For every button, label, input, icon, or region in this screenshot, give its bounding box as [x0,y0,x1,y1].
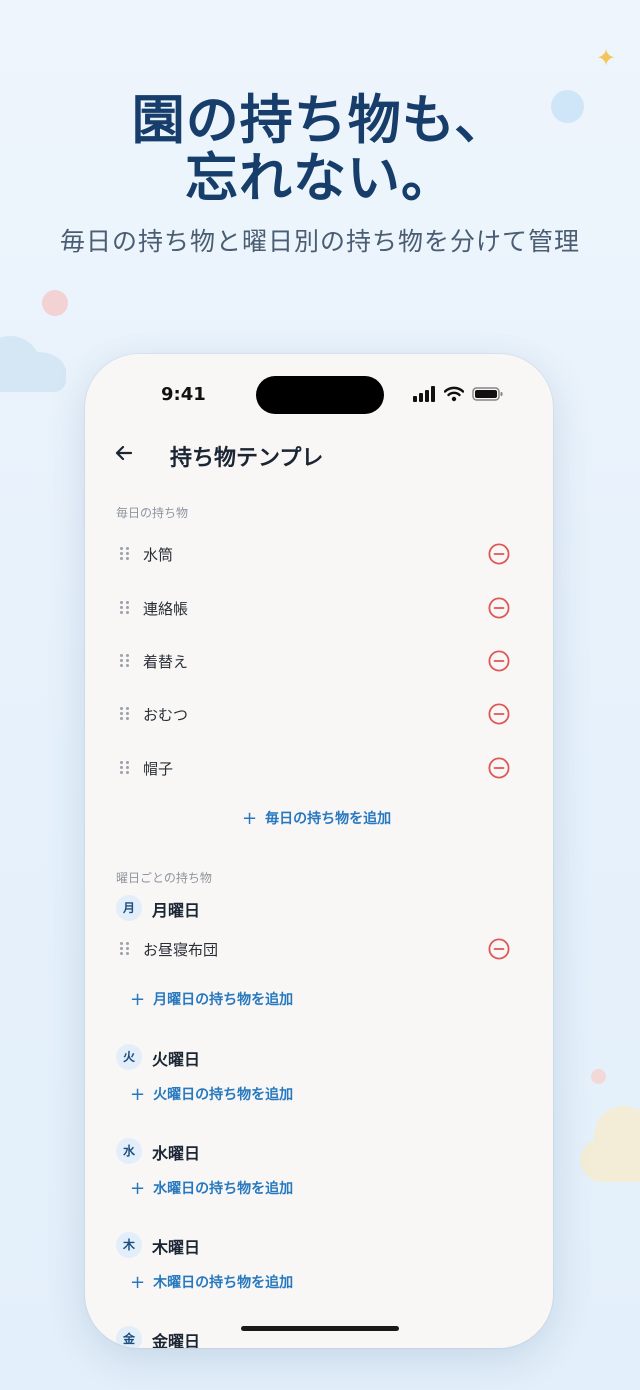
minus-circle-icon [488,938,510,960]
add-thursday-item-label: 木曜日の持ち物を追加 [153,1275,294,1291]
arrow-left-icon [115,445,133,461]
add-thursday-item-button[interactable]: + 木曜日の持ち物を追加 [130,1272,293,1293]
list-item: おむつ [85,694,553,734]
list-item: お昼寝布団 [85,929,553,969]
back-button[interactable] [111,440,137,466]
add-wednesday-item-label: 水曜日の持ち物を追加 [153,1181,294,1197]
wifi-icon [444,386,464,402]
drag-handle-icon[interactable] [120,942,130,956]
day-title: 木曜日 [152,1238,201,1257]
add-monday-item-label: 月曜日の持ち物を追加 [153,992,294,1008]
day-title: 火曜日 [152,1050,201,1069]
add-tuesday-item-button[interactable]: + 火曜日の持ち物を追加 [130,1084,293,1105]
headline-line-2: 忘れない。 [185,148,455,209]
status-time: 9:41 [161,384,206,405]
item-label: お昼寝布団 [143,941,219,959]
drag-handle-icon[interactable] [120,601,130,615]
cloud-decoration [580,1106,640,1182]
remove-item-button[interactable] [488,757,510,779]
minus-circle-icon [488,543,510,565]
remove-item-button[interactable] [488,703,510,725]
promo-subheadline: 毎日の持ち物と曜日別の持ち物を分けて管理 [59,227,580,256]
drag-handle-icon[interactable] [120,707,130,721]
day-badge: 月 [116,895,142,921]
cloud-decoration [0,322,66,392]
day-title: 水曜日 [152,1144,201,1163]
list-item: 連絡帳 [85,588,553,628]
weekly-section-label: 曜日ごとの持ち物 [116,871,212,885]
item-label: 帽子 [143,760,174,778]
minus-circle-icon [488,650,510,672]
add-monday-item-button[interactable]: + 月曜日の持ち物を追加 [130,989,293,1010]
day-badge: 木 [116,1232,142,1258]
status-icons [413,386,505,404]
remove-item-button[interactable] [488,650,510,672]
day-title: 月曜日 [152,901,201,920]
day-header-thursday: 木 木曜日 [116,1232,416,1260]
day-header-wednesday: 水 水曜日 [116,1138,416,1166]
item-label: おむつ [143,706,189,724]
plus-icon: + [130,989,146,1010]
add-daily-item-label: 毎日の持ち物を追加 [265,811,392,827]
item-label: 水筒 [143,546,174,564]
item-label: 連絡帳 [143,600,189,618]
day-badge: 金 [116,1326,142,1348]
add-wednesday-item-button[interactable]: + 水曜日の持ち物を追加 [130,1178,293,1199]
add-tuesday-item-label: 火曜日の持ち物を追加 [153,1087,294,1103]
remove-item-button[interactable] [488,938,510,960]
item-label: 着替え [143,653,189,671]
day-badge: 水 [116,1138,142,1164]
day-header-monday: 月 月曜日 [116,895,416,923]
daily-section-label: 毎日の持ち物 [116,506,189,520]
drag-handle-icon[interactable] [120,761,130,775]
plus-icon: + [130,1084,146,1105]
drag-handle-icon[interactable] [120,547,130,561]
plus-icon: + [130,1272,146,1293]
add-daily-item-button[interactable]: + 毎日の持ち物を追加 [242,808,391,829]
headline-line-1: 園の持ち物も、 [131,90,509,151]
dynamic-island [256,376,384,414]
decorative-dot [591,1069,606,1084]
minus-circle-icon [488,703,510,725]
battery-icon [472,387,503,401]
home-indicator [241,1326,399,1331]
remove-item-button[interactable] [488,597,510,619]
day-title: 金曜日 [152,1332,201,1348]
list-item: 帽子 [85,748,553,788]
cellular-signal-icon [413,386,435,402]
list-item: 水筒 [85,534,553,574]
plus-icon: + [242,808,258,829]
minus-circle-icon [488,757,510,779]
page-title: 持ち物テンプレ [170,446,324,471]
day-badge: 火 [116,1044,142,1070]
remove-item-button[interactable] [488,543,510,565]
phone-screen: 9:41 持ち物テンプレ 毎日の持ち物 水筒 連絡帳 着替え おむつ 帽子 + … [85,354,553,1348]
drag-handle-icon[interactable] [120,654,130,668]
day-header-tuesday: 火 火曜日 [116,1044,416,1072]
minus-circle-icon [488,597,510,619]
plus-icon: + [130,1178,146,1199]
decorative-dot [42,290,68,316]
promo-headline: 園の持ち物も、 忘れない。 [0,92,640,208]
sparkle-icon: ✦ [596,44,617,72]
list-item: 着替え [85,641,553,681]
